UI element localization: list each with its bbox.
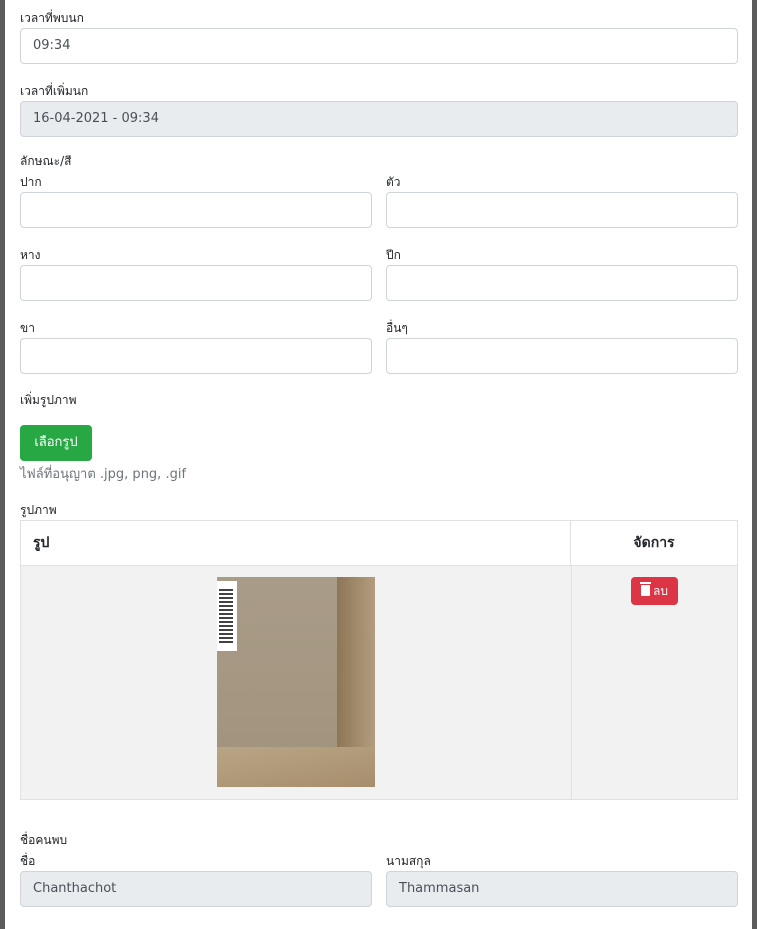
tail-input[interactable] (20, 265, 372, 301)
delete-image-button[interactable]: ลบ (631, 577, 678, 605)
traits-section-label: ลักษณะ/สี (20, 154, 72, 168)
wing-input[interactable] (386, 265, 738, 301)
first-name-label: ชื่อ (20, 854, 36, 868)
add-bird-modal: เวลาที่พบนก 09:34 เวลาที่เพิ่มนก 16-04-2… (5, 0, 752, 929)
added-time-input[interactable]: 16-04-2021 - 09:34 (20, 101, 738, 137)
leg-input[interactable] (20, 338, 372, 374)
beak-label: ปาก (20, 175, 42, 189)
finder-section-label: ชื่อคนพบ (20, 833, 68, 847)
body-input[interactable] (386, 192, 738, 228)
images-label: รูปภาพ (20, 503, 57, 517)
tail-label: หาง (20, 248, 41, 262)
actions-cell: ลบ (571, 566, 737, 799)
found-time-input[interactable]: 09:34 (20, 28, 738, 64)
choose-image-button[interactable]: เลือกรูป (20, 425, 92, 461)
images-table: รูป จัดการ ลบ (20, 520, 738, 800)
column-header-actions: จัดการ (571, 521, 737, 566)
last-name-label: นามสกุล (386, 854, 431, 868)
body-label: ตัว (386, 175, 401, 189)
table-row: ลบ (21, 566, 737, 799)
column-header-image: รูป (21, 521, 571, 566)
delete-label: ลบ (653, 584, 668, 598)
beak-input[interactable] (20, 192, 372, 228)
allowed-files-hint: ไฟล์ที่อนุญาต .jpg, png, .gif (20, 467, 187, 482)
last-name-input[interactable]: Thammasan (386, 871, 738, 907)
first-name-input[interactable]: Chanthachot (20, 871, 372, 907)
found-time-label: เวลาที่พบนก (20, 11, 84, 25)
added-time-label: เวลาที่เพิ่มนก (20, 84, 89, 98)
leg-label: ขา (20, 321, 35, 335)
trash-icon (640, 582, 651, 596)
bird-photo (217, 577, 375, 787)
wing-label: ปีก (386, 248, 401, 262)
other-input[interactable] (386, 338, 738, 374)
upload-label: เพิ่มรูปภาพ (20, 393, 77, 407)
other-label: อื่นๆ (386, 321, 408, 335)
